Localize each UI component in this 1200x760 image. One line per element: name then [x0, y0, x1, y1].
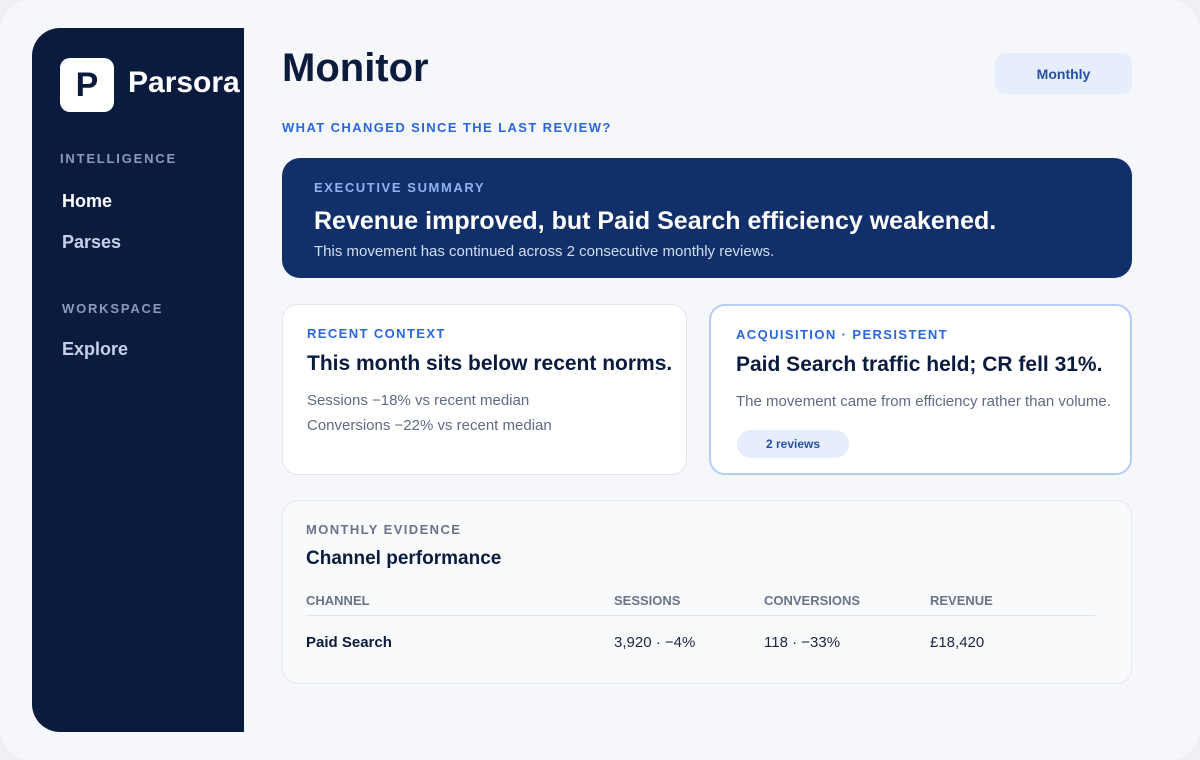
- executive-summary-subtext: This movement has continued across 2 con…: [314, 243, 775, 260]
- acquisition-title: Paid Search traffic held; CR fell 31%.: [736, 353, 1103, 376]
- column-header-sessions: SESSIONS: [614, 593, 681, 608]
- brand-name: Parsora: [128, 66, 240, 99]
- cell-revenue: £18,420: [930, 634, 985, 651]
- sidebar-item-parses[interactable]: Parses: [62, 232, 121, 253]
- table-divider: [306, 615, 1095, 616]
- column-header-conversions: CONVERSIONS: [764, 593, 861, 608]
- executive-summary-headline: Revenue improved, but Paid Search effici…: [314, 207, 997, 235]
- acquisition-card: ACQUISITION · PERSISTENT Paid Search tra…: [709, 304, 1132, 475]
- sidebar-section-intelligence: INTELLIGENCE: [60, 151, 177, 166]
- period-selector-button[interactable]: Monthly: [995, 53, 1132, 94]
- column-header-revenue: REVENUE: [930, 593, 993, 608]
- recent-context-line-conversions: Conversions −22% vs recent median: [307, 417, 552, 434]
- sidebar-item-home[interactable]: Home: [62, 191, 112, 212]
- sidebar: P Parsora INTELLIGENCE Home Parses WORKS…: [32, 28, 244, 732]
- recent-context-card: RECENT CONTEXT This month sits below rec…: [282, 304, 687, 475]
- evidence-title: Channel performance: [306, 548, 502, 569]
- cell-conversions: 118 · −33%: [764, 634, 841, 651]
- column-header-channel: CHANNEL: [306, 593, 370, 608]
- recent-context-line-sessions: Sessions −18% vs recent median: [307, 392, 530, 409]
- section-question: WHAT CHANGED SINCE THE LAST REVIEW?: [282, 120, 612, 135]
- reviews-badge: 2 reviews: [737, 430, 849, 458]
- app-frame: P Parsora INTELLIGENCE Home Parses WORKS…: [0, 0, 1200, 760]
- monthly-evidence-card: MONTHLY EVIDENCE Channel performance CHA…: [282, 500, 1132, 684]
- sidebar-section-workspace: WORKSPACE: [62, 301, 164, 316]
- logo-icon: P: [60, 58, 114, 112]
- sidebar-item-explore[interactable]: Explore: [62, 339, 128, 360]
- cell-channel: Paid Search: [306, 634, 392, 651]
- acquisition-body: The movement came from efficiency rather…: [736, 393, 1111, 410]
- executive-summary-eyebrow: EXECUTIVE SUMMARY: [314, 180, 486, 195]
- cell-sessions: 3,920 · −4%: [614, 634, 696, 651]
- executive-summary-card: EXECUTIVE SUMMARY Revenue improved, but …: [282, 158, 1132, 278]
- recent-context-eyebrow: RECENT CONTEXT: [307, 326, 446, 341]
- recent-context-title: This month sits below recent norms.: [307, 352, 673, 375]
- evidence-eyebrow: MONTHLY EVIDENCE: [306, 522, 462, 537]
- acquisition-eyebrow: ACQUISITION · PERSISTENT: [736, 327, 949, 342]
- page-title: Monitor: [282, 46, 429, 90]
